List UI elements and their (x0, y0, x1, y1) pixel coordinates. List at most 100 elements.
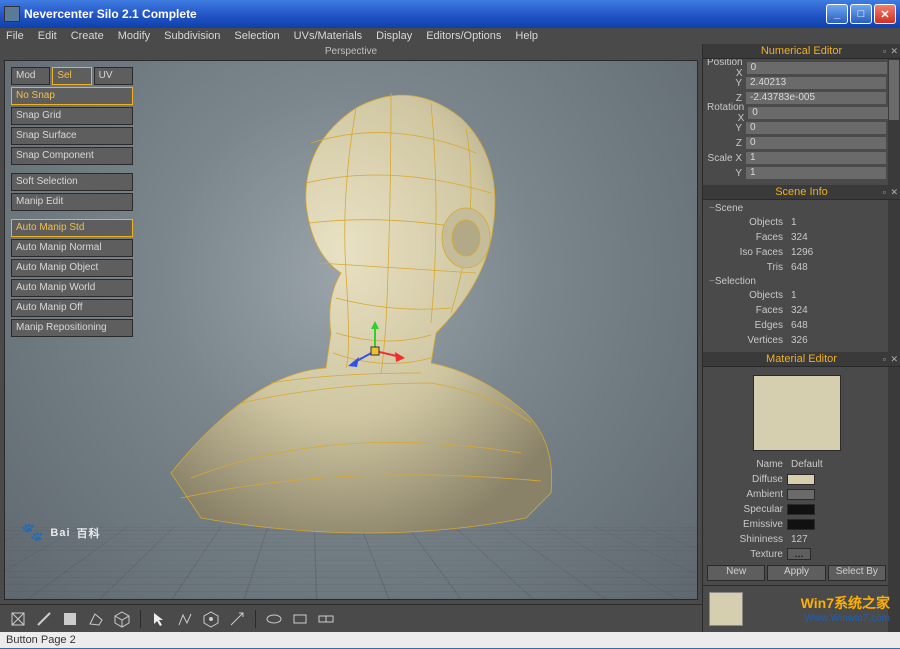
sel-vertices-value: 326 (787, 335, 808, 346)
scene-faces-value: 324 (787, 232, 808, 243)
material-apply-button[interactable]: Apply (767, 565, 825, 581)
move-icon[interactable] (175, 609, 195, 629)
scene-info-header[interactable]: Scene Info ▫ ✕ (703, 185, 900, 200)
rotation-y-field[interactable] (746, 122, 886, 134)
scale-x-label: Scale X (707, 153, 746, 164)
window-title: Nevercenter Silo 2.1 Complete (24, 7, 826, 21)
scene-isofaces-value: 1296 (787, 247, 813, 258)
panel-close-icon[interactable]: ✕ (890, 44, 898, 59)
app-icon (4, 6, 20, 22)
manip-repositioning-button[interactable]: Manip Repositioning (11, 319, 133, 337)
material-preview[interactable] (753, 375, 841, 451)
position-x-field[interactable] (747, 62, 887, 74)
panel-close-icon[interactable]: ✕ (890, 185, 898, 200)
material-editor-header[interactable]: Material Editor ▫ ✕ (703, 352, 900, 367)
snap-component-button[interactable]: Snap Component (11, 147, 133, 165)
menu-uvs-materials[interactable]: UVs/Materials (294, 30, 362, 42)
auto-manip-normal-button[interactable]: Auto Manip Normal (11, 239, 133, 257)
window-minimize-button[interactable]: _ (826, 4, 848, 24)
mode-sel-button[interactable]: Sel (52, 67, 91, 85)
model-mesh[interactable] (131, 73, 571, 543)
menu-help[interactable]: Help (515, 30, 538, 42)
right-panel: Numerical Editor ▫ ✕ Position X Y Z Rota… (702, 44, 900, 632)
texture-browse-button[interactable]: ... (787, 548, 811, 560)
auto-manip-std-button[interactable]: Auto Manip Std (11, 219, 133, 237)
watermark-right: Win7系统之家 Www.Winwin7.com (801, 593, 890, 624)
scene-objects-value: 1 (787, 217, 797, 228)
sel-edges-value: 648 (787, 320, 808, 331)
edge-icon[interactable] (34, 609, 54, 629)
shininess-value: 127 (787, 534, 808, 545)
menu-file[interactable]: File (6, 30, 24, 42)
scene-subhead: Scene (707, 202, 886, 215)
window-close-button[interactable]: ✕ (874, 4, 896, 24)
face-icon[interactable] (60, 609, 80, 629)
position-x-label: Position X (707, 57, 747, 79)
diffuse-color-chip[interactable] (787, 474, 815, 485)
menubar: File Edit Create Modify Subdivision Sele… (0, 28, 900, 44)
menu-editors-options[interactable]: Editors/Options (426, 30, 501, 42)
material-new-button[interactable]: New (707, 565, 765, 581)
numerical-editor-body: Position X Y Z Rotation X Y Z Scale X Y (703, 59, 900, 185)
emissive-color-chip[interactable] (787, 519, 815, 530)
rotation-x-label: Rotation X (707, 102, 748, 124)
rotate-icon[interactable] (201, 609, 221, 629)
menu-create[interactable]: Create (71, 30, 104, 42)
material-selectby-button[interactable]: Select By (828, 565, 886, 581)
scene-tris-value: 648 (787, 262, 808, 273)
watermark-left: 🐾 Bai 百科 (21, 522, 101, 543)
sel-faces-value: 324 (787, 305, 808, 316)
rotation-z-field[interactable] (746, 137, 886, 149)
menu-display[interactable]: Display (376, 30, 412, 42)
manip-edit-button[interactable]: Manip Edit (11, 193, 133, 211)
menu-selection[interactable]: Selection (234, 30, 279, 42)
material-editor-body: NameDefault Diffuse Ambient Specular Emi… (703, 367, 900, 585)
snap-grid-button[interactable]: Snap Grid (11, 107, 133, 125)
scale-icon[interactable] (227, 609, 247, 629)
scale-x-field[interactable] (746, 152, 886, 164)
right-scrollbar[interactable] (888, 44, 900, 632)
position-y-field[interactable] (746, 77, 886, 89)
viewport-3d[interactable]: Mod Sel UV No Snap Snap Grid Snap Surfac… (4, 60, 698, 600)
select-icon[interactable] (149, 609, 169, 629)
rotation-z-label: Z (707, 138, 746, 149)
position-y-label: Y (707, 78, 746, 89)
numerical-editor-header[interactable]: Numerical Editor ▫ ✕ (703, 44, 900, 59)
auto-manip-off-button[interactable]: Auto Manip Off (11, 299, 133, 317)
ambient-color-chip[interactable] (787, 489, 815, 500)
shade-flat-icon[interactable] (264, 609, 284, 629)
panel-min-icon[interactable]: ▫ (883, 185, 886, 200)
transform-icon[interactable] (8, 609, 28, 629)
material-thumb[interactable] (709, 592, 743, 626)
mode-uv-button[interactable]: UV (94, 67, 133, 85)
menu-edit[interactable]: Edit (38, 30, 57, 42)
scale-y-label: Y (707, 168, 746, 179)
auto-manip-world-button[interactable]: Auto Manip World (11, 279, 133, 297)
snap-none-button[interactable]: No Snap (11, 87, 133, 105)
panel-min-icon[interactable]: ▫ (883, 44, 886, 59)
window-titlebar: Nevercenter Silo 2.1 Complete _ □ ✕ (0, 0, 900, 28)
auto-manip-object-button[interactable]: Auto Manip Object (11, 259, 133, 277)
mode-mod-button[interactable]: Mod (11, 67, 50, 85)
statusbar: Button Page 2 (0, 632, 900, 648)
snap-surface-button[interactable]: Snap Surface (11, 127, 133, 145)
panel-close-icon[interactable]: ✕ (890, 352, 898, 367)
rotation-y-label: Y (707, 123, 746, 134)
menu-subdivision[interactable]: Subdivision (164, 30, 220, 42)
transform-gizmo[interactable] (345, 321, 405, 381)
selection-subhead: Selection (707, 275, 886, 288)
window-maximize-button[interactable]: □ (850, 4, 872, 24)
shade-smooth-icon[interactable] (316, 609, 336, 629)
scale-y-field[interactable] (746, 167, 886, 179)
menu-modify[interactable]: Modify (118, 30, 150, 42)
material-name-value: Default (787, 459, 823, 470)
soft-selection-button[interactable]: Soft Selection (11, 173, 133, 191)
shade-wire-icon[interactable] (290, 609, 310, 629)
panel-min-icon[interactable]: ▫ (883, 352, 886, 367)
object-icon[interactable] (112, 609, 132, 629)
scene-info-body: Scene Objects1 Faces324 Iso Faces1296 Tr… (703, 200, 900, 352)
poly-icon[interactable] (86, 609, 106, 629)
position-z-field[interactable] (746, 92, 886, 104)
specular-color-chip[interactable] (787, 504, 815, 515)
rotation-x-field[interactable] (748, 107, 888, 119)
